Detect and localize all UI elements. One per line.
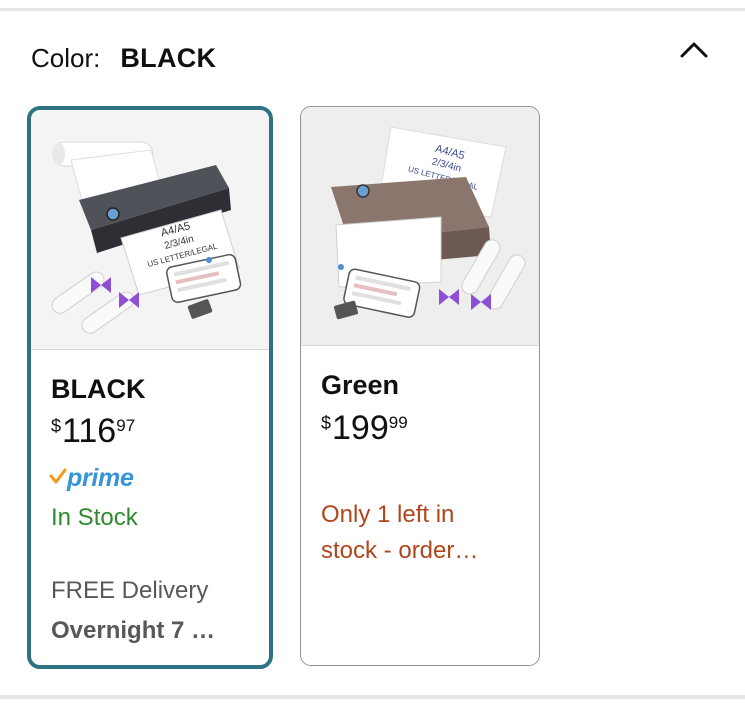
option-price: $11697 bbox=[51, 414, 135, 448]
color-option-black[interactable]: A4/A5 2/3/4in US LETTER/LEGAL BLACK $116… bbox=[27, 106, 273, 669]
color-selector-header: Color: BLACK bbox=[31, 40, 216, 76]
color-option-green[interactable]: A4/A5 2/3/4in US LETTER/LEGAL Green $199… bbox=[300, 106, 540, 666]
prime-label: prime bbox=[67, 464, 134, 492]
price-fraction: 99 bbox=[388, 413, 408, 432]
price-currency: $ bbox=[321, 413, 332, 433]
option-price: $19999 bbox=[321, 411, 408, 445]
stock-status-line-2: stock - order… bbox=[321, 537, 479, 564]
delivery-label: FREE Delivery bbox=[51, 577, 209, 604]
stock-status: In Stock bbox=[51, 504, 138, 531]
option-name: BLACK bbox=[51, 374, 146, 404]
price-whole: 199 bbox=[332, 409, 389, 447]
product-image-black: A4/A5 2/3/4in US LETTER/LEGAL bbox=[31, 110, 269, 350]
price-currency: $ bbox=[51, 416, 62, 436]
check-icon bbox=[49, 467, 67, 490]
color-label: Color: bbox=[31, 42, 101, 73]
price-fraction: 97 bbox=[116, 416, 136, 435]
price-whole: 116 bbox=[62, 412, 117, 450]
delivery-time: Overnight 7 … bbox=[51, 617, 216, 644]
prime-badge: prime bbox=[49, 464, 134, 493]
selected-color-value: BLACK bbox=[120, 42, 217, 73]
bottom-divider bbox=[0, 695, 745, 699]
stock-status-line-1: Only 1 left in bbox=[321, 501, 455, 528]
top-divider bbox=[0, 8, 745, 11]
option-name: Green bbox=[321, 370, 400, 400]
chevron-up-icon[interactable] bbox=[678, 36, 710, 64]
product-image-green: A4/A5 2/3/4in US LETTER/LEGAL bbox=[301, 107, 539, 346]
